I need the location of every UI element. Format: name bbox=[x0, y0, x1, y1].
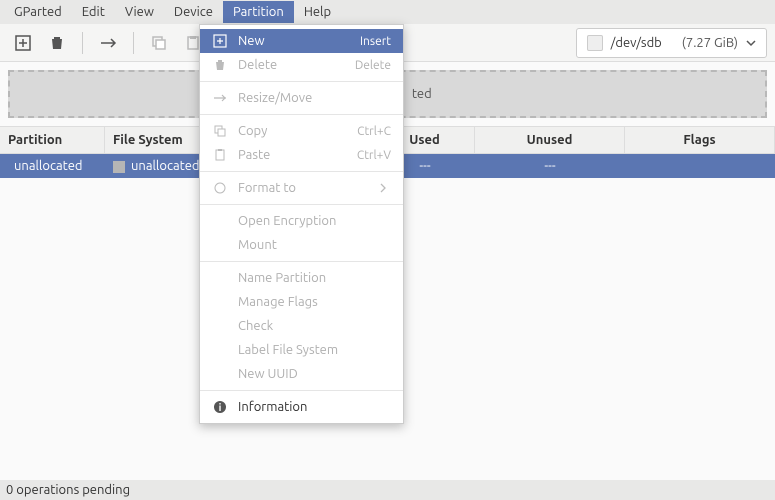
col-partition[interactable]: Partition bbox=[0, 127, 105, 153]
menu-label: Resize/Move bbox=[238, 91, 391, 105]
menu-separator bbox=[200, 390, 403, 391]
chevron-down-icon bbox=[746, 38, 756, 48]
menu-separator bbox=[200, 114, 403, 115]
toolbar-separator bbox=[133, 32, 134, 54]
cell-partition: unallocated bbox=[8, 159, 83, 173]
menu-label: Mount bbox=[238, 238, 391, 252]
toolbar-separator bbox=[82, 32, 83, 54]
menu-item-copy: Copy Ctrl+C bbox=[200, 119, 403, 143]
cell-flags bbox=[625, 154, 775, 178]
menu-separator bbox=[200, 171, 403, 172]
menu-label: Label File System bbox=[238, 343, 391, 357]
resize-icon bbox=[212, 91, 228, 105]
menu-item-information[interactable]: i Information bbox=[200, 395, 403, 419]
menu-label: Delete bbox=[238, 58, 345, 72]
menu-gparted[interactable]: GParted bbox=[4, 1, 72, 23]
fs-swatch bbox=[113, 161, 125, 173]
svg-text:i: i bbox=[219, 402, 222, 413]
menu-help[interactable]: Help bbox=[294, 1, 341, 23]
cell-fs: unallocated bbox=[131, 159, 200, 173]
info-icon: i bbox=[212, 400, 228, 414]
device-size: (7.27 GiB) bbox=[682, 36, 738, 50]
menu-label: Open Encryption bbox=[238, 214, 391, 228]
col-flags[interactable]: Flags bbox=[625, 127, 775, 153]
menu-accel: Ctrl+V bbox=[357, 149, 391, 162]
menu-label: Check bbox=[238, 319, 391, 333]
delete-partition-button[interactable] bbox=[42, 28, 72, 58]
menu-item-new[interactable]: New Insert bbox=[200, 29, 403, 53]
menu-item-format: Format to bbox=[200, 176, 403, 200]
new-partition-button[interactable] bbox=[8, 28, 38, 58]
menu-edit[interactable]: Edit bbox=[72, 1, 115, 23]
paste-icon bbox=[212, 148, 228, 162]
menu-label: Information bbox=[238, 400, 391, 414]
device-selector[interactable]: /dev/sdb (7.27 GiB) bbox=[576, 28, 767, 58]
menu-device[interactable]: Device bbox=[164, 1, 223, 23]
menu-separator bbox=[200, 261, 403, 262]
menu-item-manage-flags: Manage Flags bbox=[200, 290, 403, 314]
menu-item-delete: Delete Delete bbox=[200, 53, 403, 77]
cell-unused: --- bbox=[475, 154, 625, 178]
menu-label: Name Partition bbox=[238, 271, 391, 285]
menu-label: Manage Flags bbox=[238, 295, 391, 309]
menu-label: New bbox=[238, 34, 350, 48]
menu-item-check: Check bbox=[200, 314, 403, 338]
menu-partition[interactable]: Partition bbox=[223, 1, 294, 23]
menu-item-label-fs: Label File System bbox=[200, 338, 403, 362]
menu-label: Paste bbox=[238, 148, 347, 162]
menu-separator bbox=[200, 204, 403, 205]
chevron-right-icon bbox=[375, 183, 391, 193]
disk-icon bbox=[587, 35, 603, 51]
resize-move-button[interactable] bbox=[93, 28, 123, 58]
menu-accel: Insert bbox=[360, 35, 391, 48]
menu-item-resize: Resize/Move bbox=[200, 86, 403, 110]
menu-separator bbox=[200, 81, 403, 82]
copy-icon bbox=[212, 124, 228, 138]
menu-item-open-encryption: Open Encryption bbox=[200, 209, 403, 233]
partition-menu-dropdown: New Insert Delete Delete Resize/Move Cop… bbox=[199, 24, 404, 424]
menu-item-paste: Paste Ctrl+V bbox=[200, 143, 403, 167]
format-icon bbox=[212, 181, 228, 195]
new-icon bbox=[212, 34, 228, 48]
menu-item-mount: Mount bbox=[200, 233, 403, 257]
device-path: /dev/sdb bbox=[611, 36, 662, 50]
menu-label: Copy bbox=[238, 124, 347, 138]
status-bar: 0 operations pending bbox=[0, 480, 775, 500]
menu-label: Format to bbox=[238, 181, 365, 195]
menu-accel: Delete bbox=[355, 59, 391, 72]
copy-button bbox=[144, 28, 174, 58]
menu-view[interactable]: View bbox=[115, 1, 164, 23]
menu-item-new-uuid: New UUID bbox=[200, 362, 403, 386]
menu-accel: Ctrl+C bbox=[357, 125, 391, 138]
menu-label: New UUID bbox=[238, 367, 391, 381]
status-text: 0 operations pending bbox=[6, 483, 130, 497]
col-unused[interactable]: Unused bbox=[475, 127, 625, 153]
menu-item-name-partition: Name Partition bbox=[200, 266, 403, 290]
trash-icon bbox=[212, 58, 228, 72]
menubar: GParted Edit View Device Partition Help bbox=[0, 0, 775, 24]
